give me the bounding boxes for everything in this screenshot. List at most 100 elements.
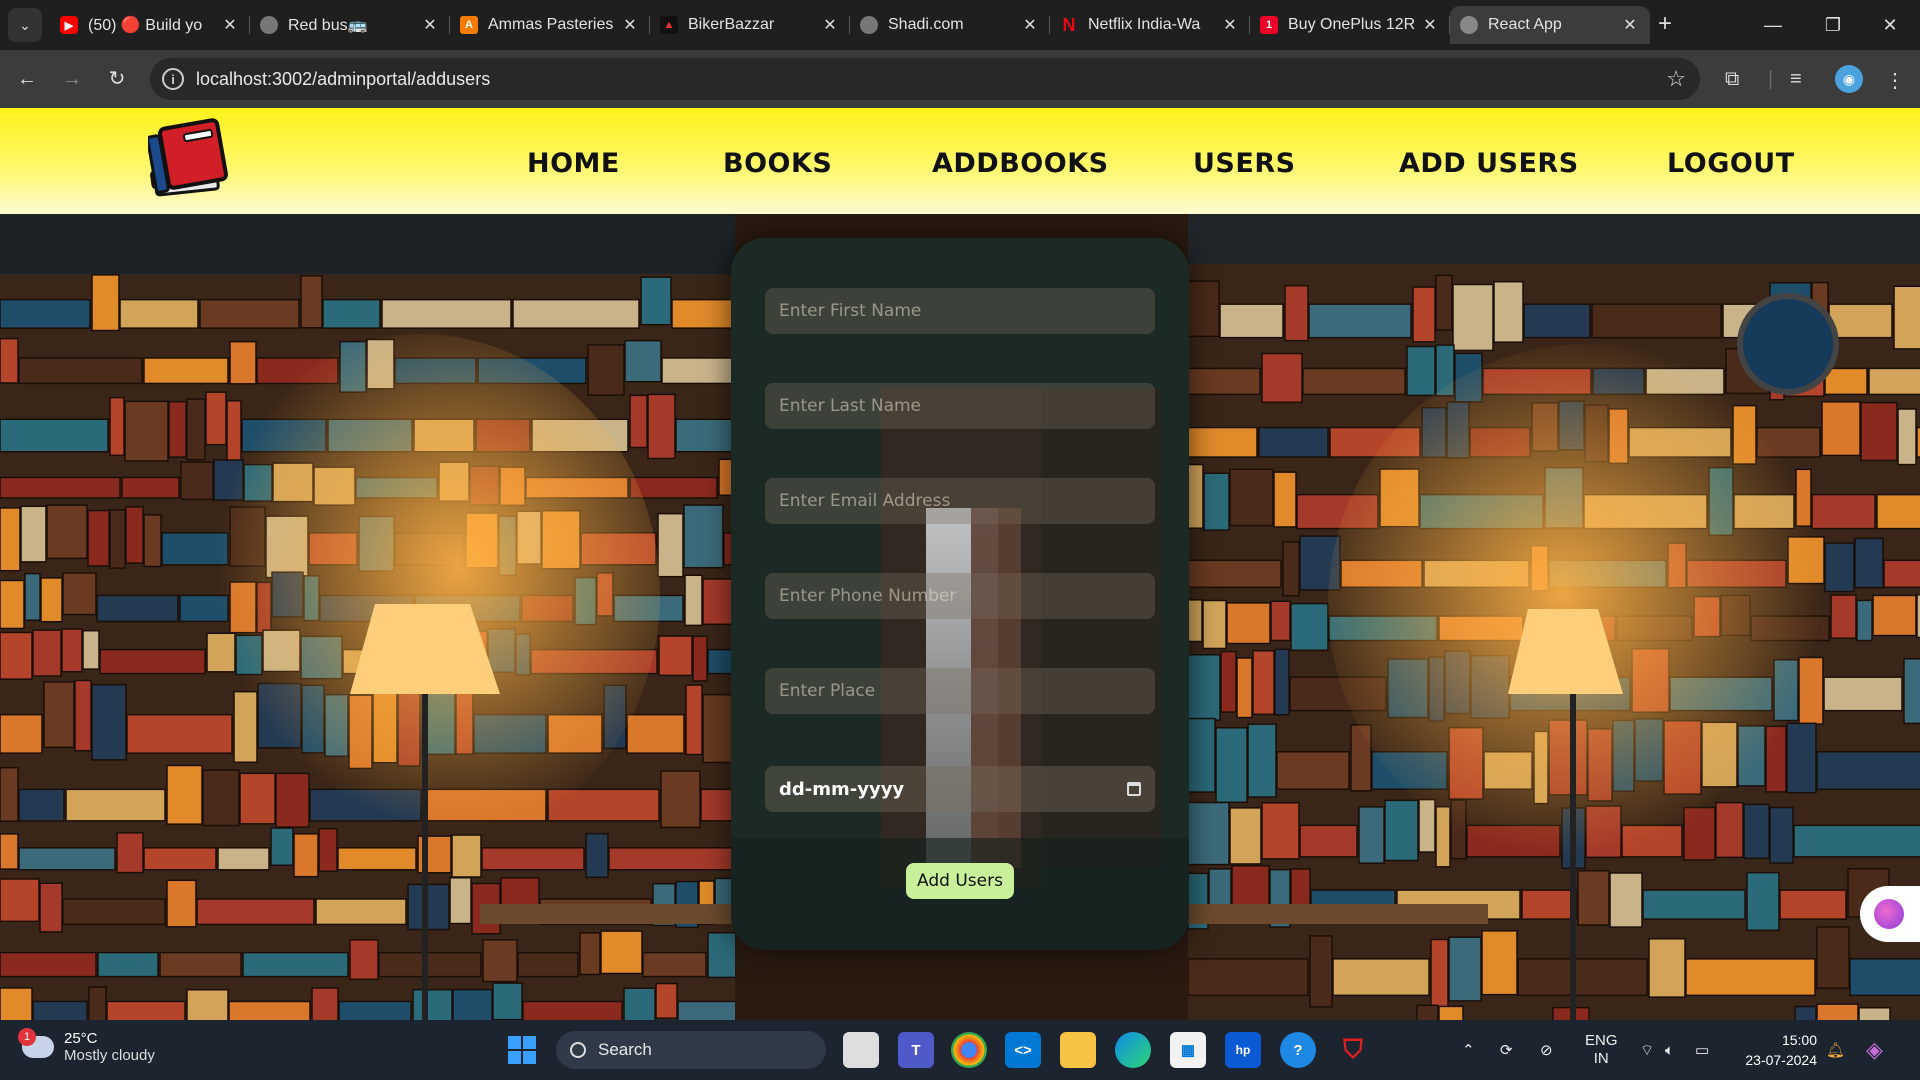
close-icon[interactable]: ✕ [1420,15,1440,35]
calendar-icon[interactable] [1127,782,1141,796]
chrome-icon[interactable] [951,1032,987,1068]
volume-icon[interactable]: 🔈︎ [1665,1020,1674,1080]
new-tab-button[interactable]: + [1650,10,1680,40]
close-icon[interactable]: ✕ [1620,15,1640,35]
book-spine [1188,801,1230,866]
restore-icon[interactable]: ❐ [1803,0,1863,50]
book-spine [623,987,656,1020]
show-hidden-icons-icon[interactable]: ⌃ [1462,1020,1475,1080]
file-explorer-icon[interactable] [1060,1032,1096,1068]
first-name-input[interactable] [765,288,1155,334]
edge-icon[interactable] [1115,1032,1151,1068]
battery-icon[interactable]: ▭ [1695,1020,1709,1080]
nav-users[interactable]: USERS [1193,148,1296,179]
book-spine [217,847,270,871]
nav-logout[interactable]: LOGOUT [1667,148,1795,179]
date-input[interactable]: dd-mm-yyyy [765,766,1155,812]
book-spine [119,298,199,329]
tab-react-app[interactable]: React App ✕ [1450,6,1650,44]
close-icon[interactable]: ✕ [1020,15,1040,35]
book-spine [300,275,323,329]
help-icon[interactable]: ? [1280,1032,1316,1068]
nav-books[interactable]: BOOKS [723,148,832,179]
book-spine [1816,926,1850,989]
weather-widget[interactable]: 1 25°C Mostly cloudy [18,1028,155,1064]
phone-input[interactable] [765,573,1155,619]
back-icon[interactable]: ← [12,64,42,94]
books-logo-icon[interactable] [148,118,234,202]
tab-youtube[interactable]: ▶ (50) 🔴 Build yo ✕ [50,6,250,44]
copilot-icon[interactable]: ◈ [1866,1020,1883,1080]
extensions-icon[interactable]: ⧉ [1725,68,1739,91]
close-icon[interactable]: ✕ [220,15,240,35]
book-spine [685,684,703,756]
wifi-icon[interactable]: ⌔ [1640,1020,1654,1080]
tab-title: React App [1488,16,1562,33]
book-spine [96,594,179,623]
book-spine [492,982,523,1020]
book-spine [517,951,579,978]
tab-redbus[interactable]: Red bus🚌 ✕ [250,6,450,44]
nav-addbooks[interactable]: ADDBOOKS [932,148,1109,179]
minimize-icon[interactable]: — [1743,0,1803,50]
close-window-icon[interactable]: ✕ [1860,0,1920,50]
tab-ammas[interactable]: A Ammas Pasteries ✕ [450,6,650,44]
book-spine [481,847,585,871]
nav-home[interactable]: HOME [527,148,620,179]
book-spine [629,394,648,449]
book-spine [1290,602,1329,652]
close-icon[interactable]: ✕ [820,15,840,35]
media-control-icon[interactable]: ≡ [1790,68,1802,91]
taskbar-search[interactable]: Search [556,1031,826,1069]
close-icon[interactable]: ✕ [620,15,640,35]
clock[interactable]: 15:00 23-07-2024 [1735,1030,1817,1070]
close-icon[interactable]: ✕ [1220,15,1240,35]
tab-bikerbazzar[interactable]: ▲ BikerBazzar ✕ [650,6,850,44]
profile-avatar[interactable]: ◉ [1835,65,1863,93]
language-indicator[interactable]: ENG IN [1585,1020,1618,1080]
task-view-icon[interactable] [843,1032,879,1068]
book-spine [1416,1004,1439,1020]
tab-oneplus[interactable]: 1 Buy OnePlus 12R ✕ [1250,6,1450,44]
email-input[interactable] [765,478,1155,524]
book-spine [1188,717,1216,793]
tab-shadi[interactable]: Shadi.com ✕ [850,6,1050,44]
address-bar[interactable]: i localhost:3002/adminportal/addusers ☆ [150,58,1700,100]
bookmark-star-icon[interactable]: ☆ [1666,66,1686,92]
vscode-icon[interactable]: <> [1005,1032,1041,1068]
bookshelf-left-image [0,214,735,1020]
forward-icon[interactable]: → [57,64,87,94]
last-name-input[interactable] [765,383,1155,429]
url-text[interactable]: localhost:3002/adminportal/addusers [196,69,1666,90]
browser-menu-icon[interactable]: ⋮ [1885,68,1905,93]
book-spine [186,989,229,1020]
teams-icon[interactable]: T [898,1032,934,1068]
add-users-button[interactable]: Add Users [906,863,1014,899]
nav-add-users[interactable]: ADD USERS [1399,148,1579,179]
book-spine [0,418,109,453]
book-spine [293,833,319,878]
tab-netflix[interactable]: N Netflix India-Wa ✕ [1050,6,1250,44]
reload-icon[interactable]: ↻ [102,64,132,94]
assistant-widget[interactable] [1860,886,1920,942]
start-windows-icon[interactable] [504,1032,540,1068]
book-spine [587,344,625,396]
mcafee-icon[interactable]: ⛉ [1335,1032,1371,1068]
myhp-icon[interactable]: hp [1225,1032,1261,1068]
weather-condition: Mostly cloudy [64,1047,155,1064]
close-icon[interactable]: ✕ [420,15,440,35]
book-spine [1276,751,1350,790]
book-spine [1203,472,1230,531]
book-spine [608,847,733,871]
network-off-icon[interactable]: ⊘ [1540,1020,1553,1080]
site-info-icon[interactable]: i [162,68,184,90]
place-input[interactable] [765,668,1155,714]
book-spine [106,1000,186,1020]
book-spine [1452,283,1494,352]
tab-search-menu-button[interactable]: ⌄ [8,8,42,42]
notification-bell-icon[interactable]: 🔔︎ [1826,1020,1845,1080]
search-label: Search [598,1040,652,1059]
sync-icon[interactable]: ⟳ [1500,1020,1513,1080]
book-spine [1743,803,1770,860]
store-icon[interactable]: ▦ [1170,1032,1206,1068]
